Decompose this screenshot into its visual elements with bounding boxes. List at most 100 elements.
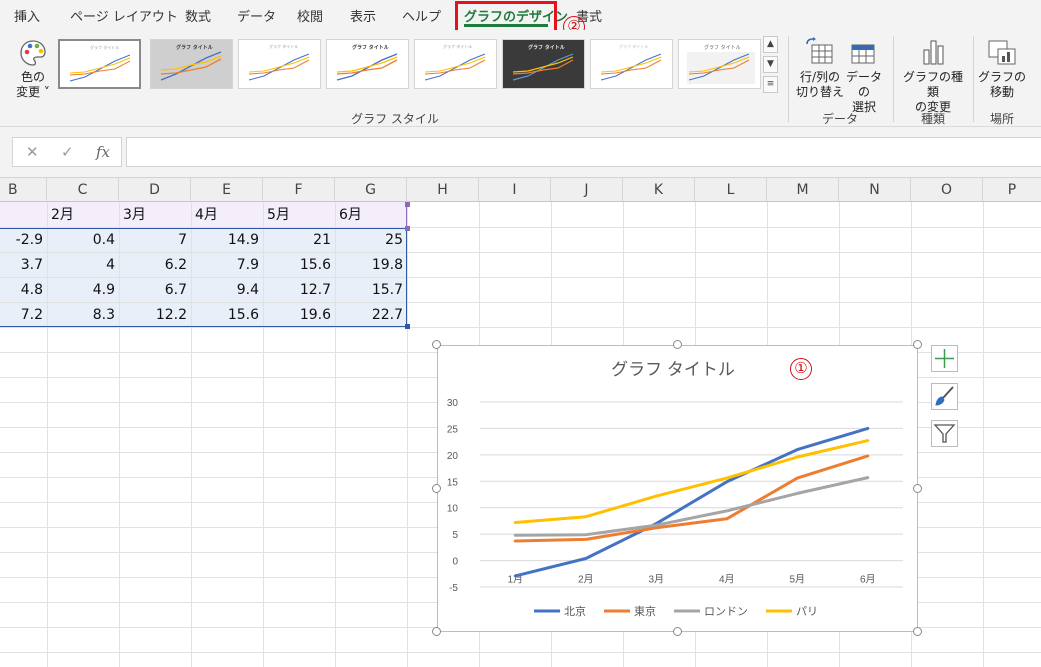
select-data-button[interactable]: データの 選択 — [842, 36, 886, 115]
tab-data[interactable]: データ — [237, 6, 276, 25]
tab-help[interactable]: ヘルプ — [402, 6, 441, 25]
chart-style-2[interactable]: グラフ タイトル — [150, 39, 233, 89]
move-chart-label-2: 移動 — [989, 85, 1014, 99]
insert-function-icon[interactable]: fx — [96, 143, 110, 161]
change-colors-label-1: 色の — [20, 70, 45, 84]
tab-insert[interactable]: 挿入 — [14, 6, 40, 25]
formula-buttons: ✕ ✓ fx — [12, 137, 122, 167]
chart-gridlines — [480, 401, 903, 588]
switch-row-column-icon — [806, 37, 833, 64]
location-group-label: 場所 — [989, 112, 1014, 126]
column-header-j[interactable]: J — [551, 178, 623, 202]
chart-style-5[interactable]: グラフ タイトル — [414, 39, 497, 89]
range-resize-handle[interactable] — [405, 324, 410, 329]
style-2-preview: グラフ タイトル — [160, 44, 222, 81]
select-data-label-1: データの — [845, 70, 882, 99]
chart-resize-handle[interactable] — [913, 340, 922, 349]
tab-formulas[interactable]: 数式 — [185, 6, 211, 25]
range-resize-handle[interactable] — [405, 202, 410, 207]
chart-style-7[interactable]: グラフ タイトル — [590, 39, 673, 89]
range-resize-handle[interactable] — [405, 226, 410, 231]
chart-object[interactable]: グラフ タイトル 30 25 20 15 10 5 0 -5 1月 2月 3月 4月 5月 6月 北京東… — [437, 345, 918, 632]
x-tick-label: 2月 — [578, 574, 594, 586]
svg-text:グラフ タイトル: グラフ タイトル — [443, 43, 472, 49]
chart-filters-button[interactable] — [931, 420, 958, 447]
tab-review[interactable]: 校閲 — [297, 6, 323, 25]
change-chart-type-icon — [923, 40, 944, 65]
chart-series — [513, 426, 870, 578]
type-group-label: 種類 — [920, 112, 945, 126]
column-header-d[interactable]: D — [119, 178, 191, 202]
chart-style-4[interactable]: グラフ タイトル — [326, 39, 409, 89]
style-8-preview: グラフ タイトル — [687, 44, 755, 84]
column-header-m[interactable]: M — [767, 178, 839, 202]
move-chart-button[interactable]: グラフの 移動 — [978, 36, 1026, 100]
switch-row-column-button[interactable]: 行/列の 切り替え — [795, 36, 845, 100]
chart-style-3[interactable]: グラフ タイトル — [238, 39, 321, 89]
column-header-h[interactable]: H — [407, 178, 479, 202]
svg-text:グラフ タイトル: グラフ タイトル — [619, 43, 648, 49]
chart-elements-button[interactable] — [931, 345, 958, 372]
tab-page-layout[interactable]: ページ レイアウト — [70, 6, 178, 25]
chart-resize-handle[interactable] — [432, 484, 441, 493]
column-header-o[interactable]: O — [911, 178, 983, 202]
formula-input[interactable] — [126, 137, 1041, 167]
column-header-n[interactable]: N — [839, 178, 911, 202]
y-tick-label: 20 — [447, 451, 459, 462]
column-header-g[interactable]: G — [335, 178, 407, 202]
chart-style-1[interactable]: グラフ タイトル — [58, 39, 141, 89]
legend-label: 北京 — [564, 604, 586, 618]
move-chart-label-1: グラフの — [978, 70, 1027, 84]
change-chart-type-button[interactable]: グラフの種類 の変更 — [900, 36, 966, 115]
style-7-preview: グラフ タイトル — [600, 43, 662, 81]
y-tick-label: 5 — [452, 530, 458, 541]
chart-resize-handle[interactable] — [913, 484, 922, 493]
move-chart-icon — [988, 40, 1016, 65]
column-header-b[interactable]: B — [0, 178, 47, 202]
column-header-e[interactable]: E — [191, 178, 263, 202]
line-chart: グラフ タイトル 302520151050-5 1月 2月 3月 4月 5月 6月 北京東… — [447, 360, 903, 618]
x-tick-label: 4月 — [719, 574, 735, 586]
enter-icon[interactable]: ✓ — [61, 143, 74, 161]
column-header-p[interactable]: P — [983, 178, 1041, 202]
change-colors-label-2: 変更 ˅ — [16, 85, 50, 99]
formula-bar-area: ✕ ✓ fx — [0, 127, 1041, 177]
series-line — [513, 426, 870, 578]
column-header-f[interactable]: F — [263, 178, 335, 202]
column-header-i[interactable]: I — [479, 178, 551, 202]
chart-title[interactable]: グラフ タイトル — [611, 360, 735, 379]
column-header-c[interactable]: C — [47, 178, 119, 202]
chart-resize-handle[interactable] — [432, 340, 441, 349]
y-tick-label: -5 — [449, 583, 458, 594]
x-axis: 1月 2月 3月 4月 5月 6月 — [507, 574, 875, 586]
style-1-preview: グラフ タイトル — [69, 44, 131, 82]
chart-style-8[interactable]: グラフ タイトル — [678, 39, 761, 89]
gallery-more-icon[interactable]: ≡ — [763, 76, 778, 93]
chart-style-6[interactable]: グラフ タイトル — [502, 39, 585, 89]
chart-resize-handle[interactable] — [673, 340, 682, 349]
x-tick-label: 5月 — [789, 574, 805, 586]
y-tick-label: 0 — [452, 557, 458, 568]
excel-window: 挿入 ページ レイアウト 数式 データ 校閲 表示 ヘルプ グラフのデザイン 書… — [0, 0, 1041, 667]
switch-row-column-label-2: 切り替え — [795, 85, 844, 99]
palette-icon — [20, 40, 46, 66]
y-tick-label: 15 — [447, 477, 459, 488]
column-header-l[interactable]: L — [695, 178, 767, 202]
chart-legend[interactable]: 北京 東京 ロンドン パリ — [534, 604, 818, 618]
ribbon-separator — [893, 36, 894, 122]
tab-view[interactable]: 表示 — [350, 6, 376, 25]
gallery-scroll-down-icon[interactable]: ▼ — [763, 56, 778, 73]
chart-resize-handle[interactable] — [673, 627, 682, 636]
switch-row-column-label-1: 行/列の — [799, 70, 841, 84]
cancel-icon[interactable]: ✕ — [26, 143, 39, 161]
chart-styles-group-label: グラフ スタイル — [351, 112, 439, 126]
change-colors-button[interactable]: 色の 変更 ˅ — [8, 38, 58, 108]
gallery-scroll-up-icon[interactable]: ▲ — [763, 36, 778, 53]
chart-resize-handle[interactable] — [913, 627, 922, 636]
chart-styles-button[interactable] — [931, 383, 958, 410]
column-header-k[interactable]: K — [623, 178, 695, 202]
style-3-preview: グラフ タイトル — [248, 43, 310, 81]
y-tick-label: 10 — [447, 504, 459, 515]
chart-resize-handle[interactable] — [432, 627, 441, 636]
style-4-preview: グラフ タイトル — [336, 44, 398, 81]
